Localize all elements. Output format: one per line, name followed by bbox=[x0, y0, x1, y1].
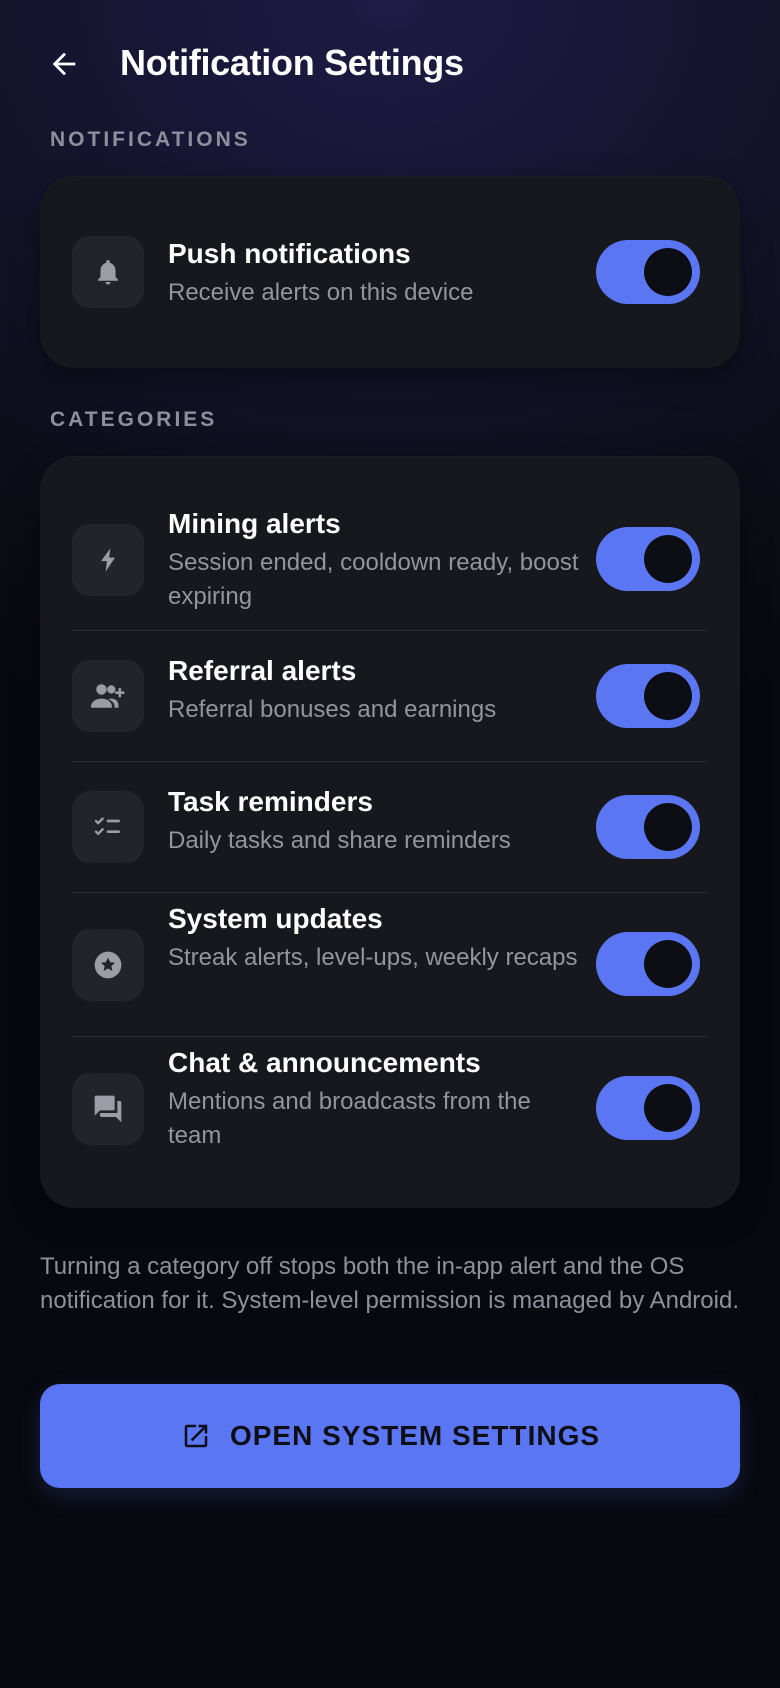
page-title: Notification Settings bbox=[120, 42, 464, 83]
referral-alerts-toggle[interactable] bbox=[596, 664, 700, 728]
category-title: Referral alerts bbox=[168, 655, 357, 686]
person-add-icon bbox=[91, 684, 125, 708]
category-title: System updates bbox=[168, 903, 383, 934]
chat-icon-box bbox=[72, 1073, 144, 1145]
push-icon-box bbox=[72, 236, 144, 308]
section-label-categories: CATEGORIES bbox=[50, 408, 218, 431]
toggle-knob bbox=[644, 803, 692, 851]
toggle-knob bbox=[644, 535, 692, 583]
referral-icon-box bbox=[72, 660, 144, 732]
category-row-system-updates: System updates Streak alerts, level-ups,… bbox=[40, 893, 740, 1036]
category-row-mining-alerts: Mining alerts Session ended, cooldown re… bbox=[40, 456, 740, 630]
notifications-card: Push notifications Receive alerts on thi… bbox=[40, 176, 740, 368]
footnote-text: Turning a category off stops both the in… bbox=[40, 1253, 739, 1314]
arrow-left-icon bbox=[52, 52, 76, 76]
system-icon-box bbox=[72, 929, 144, 1001]
push-notifications-title: Push notifications bbox=[168, 238, 411, 269]
mining-alerts-toggle[interactable] bbox=[596, 527, 700, 591]
bell-icon bbox=[98, 260, 118, 285]
category-row-task-reminders: Task reminders Daily tasks and share rem… bbox=[40, 762, 740, 892]
toggle-knob bbox=[644, 940, 692, 988]
toggle-knob bbox=[644, 248, 692, 296]
chat-bubbles-icon bbox=[94, 1095, 122, 1123]
push-notifications-toggle[interactable] bbox=[596, 240, 700, 304]
checklist-icon bbox=[94, 817, 120, 835]
category-title: Chat & announcements bbox=[168, 1047, 481, 1078]
category-row-chat-announcements: Chat & announcements Mentions and broadc… bbox=[40, 1037, 740, 1208]
back-button[interactable] bbox=[40, 40, 88, 88]
push-notifications-row: Push notifications Receive alerts on thi… bbox=[40, 176, 740, 368]
category-subtitle: Mentions and broadcasts from the team bbox=[168, 1088, 531, 1149]
category-subtitle: Daily tasks and share reminders bbox=[168, 827, 511, 854]
section-label-notifications: NOTIFICATIONS bbox=[50, 128, 251, 151]
app-header: Notification Settings bbox=[0, 0, 780, 130]
lightning-bolt-icon bbox=[101, 548, 115, 572]
category-subtitle: Streak alerts, level-ups, weekly recaps bbox=[168, 944, 578, 971]
category-subtitle: Session ended, cooldown ready, boost exp… bbox=[168, 549, 579, 610]
category-subtitle: Referral bonuses and earnings bbox=[168, 696, 497, 723]
toggle-knob bbox=[644, 672, 692, 720]
push-notifications-subtitle: Receive alerts on this device bbox=[168, 279, 474, 306]
category-title: Task reminders bbox=[168, 786, 373, 817]
open-system-settings-label: OPEN SYSTEM SETTINGS bbox=[229, 1420, 601, 1451]
star-badge-icon bbox=[94, 951, 122, 979]
category-title: Mining alerts bbox=[168, 508, 341, 539]
chat-announcements-toggle[interactable] bbox=[596, 1076, 700, 1140]
toggle-knob bbox=[644, 1084, 692, 1132]
open-system-settings-button[interactable]: OPEN SYSTEM SETTINGS bbox=[40, 1384, 740, 1488]
task-reminders-toggle[interactable] bbox=[596, 795, 700, 859]
mining-icon-box bbox=[72, 524, 144, 596]
open-external-icon bbox=[180, 1420, 212, 1452]
task-icon-box bbox=[72, 791, 144, 863]
category-row-referral-alerts: Referral alerts Referral bonuses and ear… bbox=[40, 631, 740, 761]
system-updates-toggle[interactable] bbox=[596, 932, 700, 996]
categories-card: Mining alerts Session ended, cooldown re… bbox=[40, 456, 740, 1208]
